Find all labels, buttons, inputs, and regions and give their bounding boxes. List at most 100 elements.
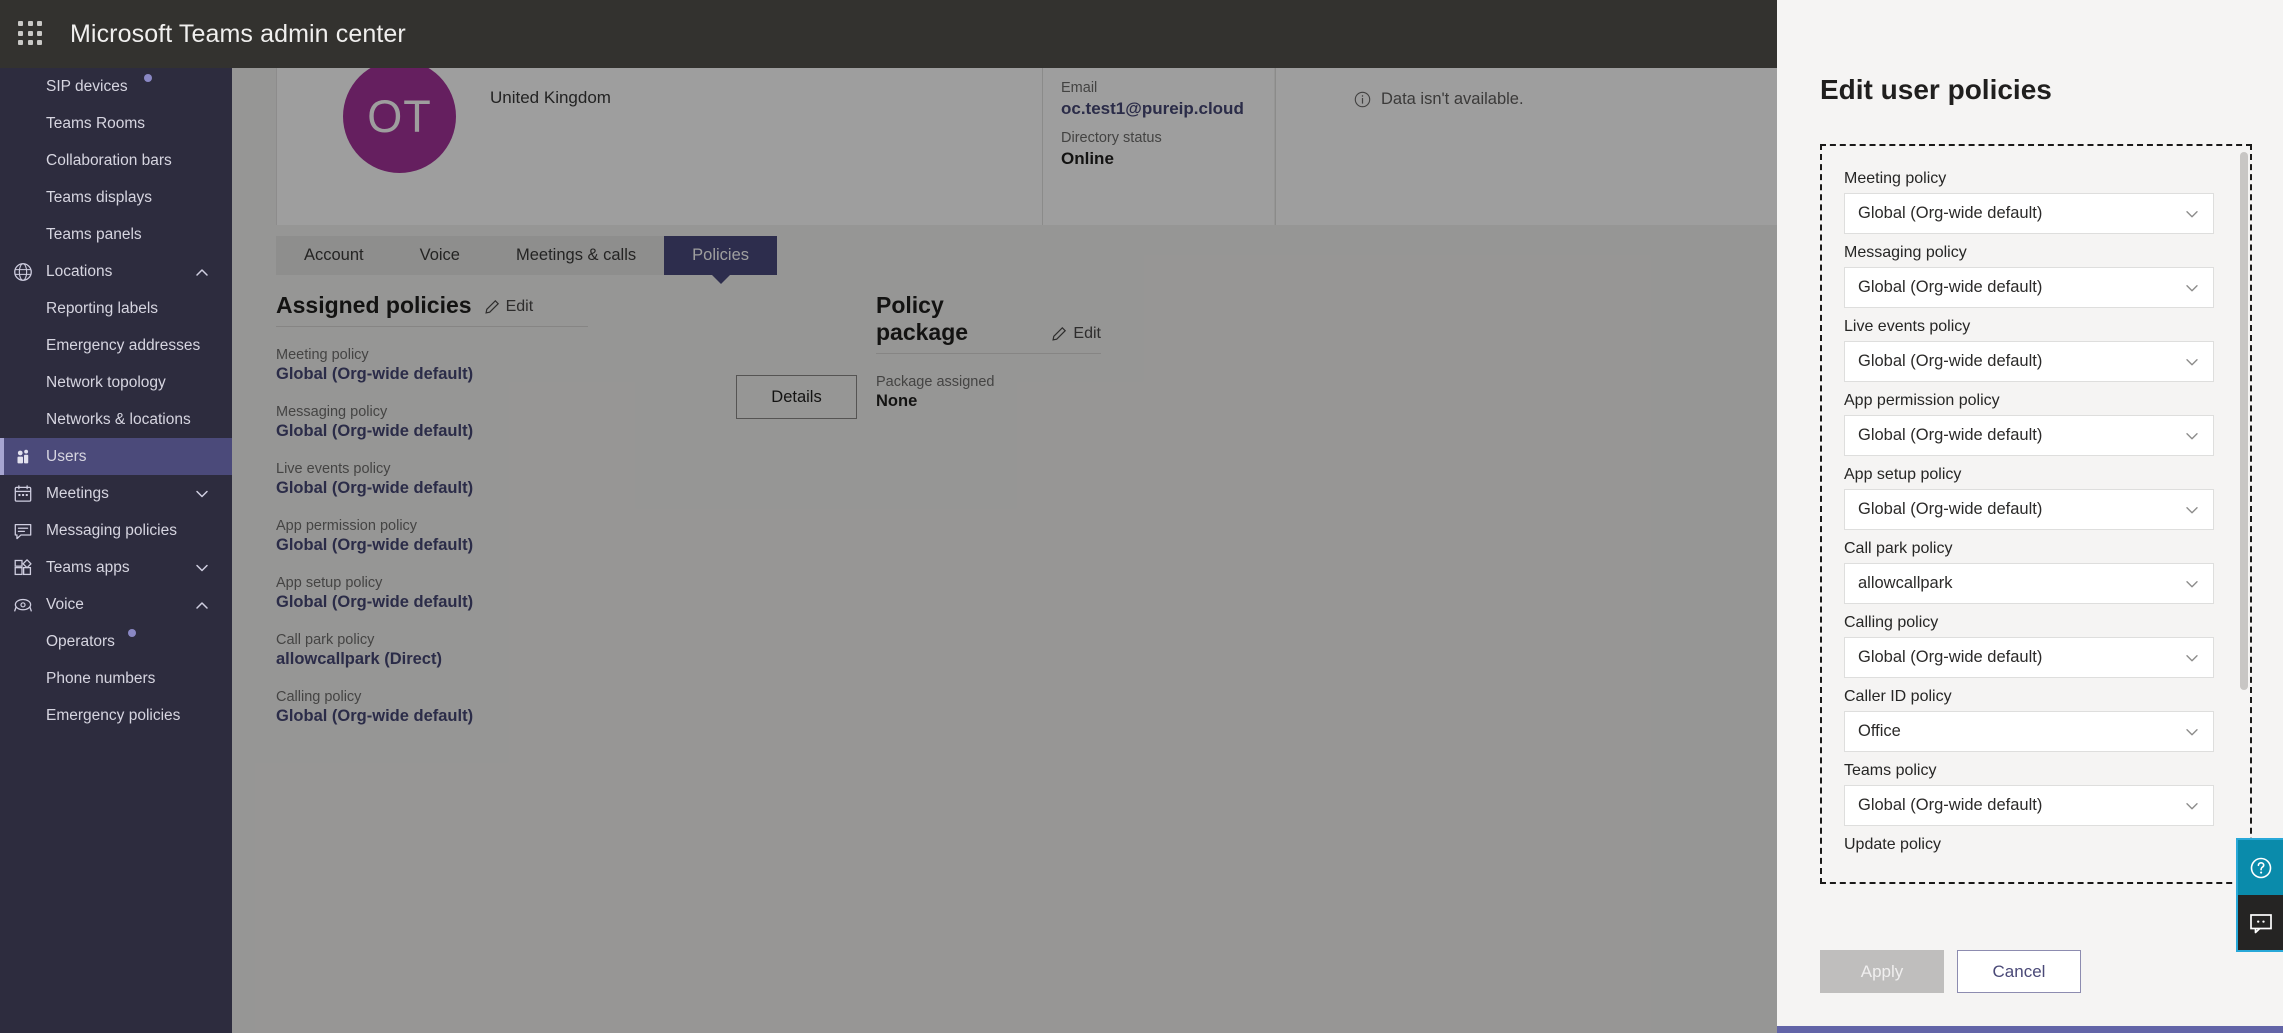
top-bar: Microsoft Teams admin center (0, 0, 1777, 68)
chevron-down-icon (2183, 797, 2201, 815)
edit-user-policies-panel: Edit user policies Meeting policyGlobal … (1777, 0, 2283, 1033)
select-app-setup-policy[interactable]: Global (Org-wide default) (1844, 489, 2214, 530)
chevron-up-icon[interactable] (192, 595, 212, 615)
assigned-policy-value[interactable]: Global (Org-wide default) (276, 479, 588, 498)
field-label-app-permission-policy: App permission policy (1844, 392, 2214, 410)
sidebar-item-teams-panels[interactable]: Teams panels (0, 216, 232, 253)
assigned-policy-value[interactable]: allowcallpark (Direct) (276, 650, 588, 669)
call-park-details-button[interactable]: Details (736, 375, 857, 419)
sidebar-item-collaboration-bars[interactable]: Collaboration bars (0, 142, 232, 179)
form-scrollbar[interactable] (2240, 152, 2248, 690)
sidebar-item-emergency-addresses[interactable]: Emergency addresses (0, 327, 232, 364)
sidebar-item-meetings[interactable]: Meetings (0, 475, 232, 512)
sidebar-item-locations[interactable]: Locations (0, 253, 232, 290)
field-label-calling-policy: Calling policy (1844, 614, 2214, 632)
cancel-button[interactable]: Cancel (1957, 950, 2081, 993)
notification-dot (144, 74, 152, 82)
tab-meetings-calls[interactable]: Meetings & calls (488, 236, 664, 275)
sidebar-item-sip-devices[interactable]: SIP devices (0, 68, 232, 105)
calendar-icon (0, 483, 46, 505)
policy-package-row-value: None (876, 392, 1101, 411)
select-app-permission-policy[interactable]: Global (Org-wide default) (1844, 415, 2214, 456)
directory-status-value: Online (1061, 149, 1162, 169)
sidebar-item-label: Phone numbers (0, 670, 155, 688)
sidebar-item-voice[interactable]: Voice (0, 586, 232, 623)
select-call-park-policy[interactable]: allowcallpark (1844, 563, 2214, 604)
assigned-policy-value[interactable]: Global (Org-wide default) (276, 365, 588, 384)
assigned-policy-name: Live events policy (276, 461, 588, 477)
chevron-down-icon[interactable] (192, 484, 212, 504)
sidebar-item-phone-numbers[interactable]: Phone numbers (0, 660, 232, 697)
select-value: allowcallpark (1858, 574, 1952, 593)
assigned-policies-edit-button[interactable]: Edit (484, 298, 534, 319)
tab-voice[interactable]: Voice (392, 236, 488, 275)
assigned-policy-value[interactable]: Global (Org-wide default) (276, 536, 588, 555)
sidebar-item-teams-displays[interactable]: Teams displays (0, 179, 232, 216)
waffle-grid-icon[interactable] (18, 21, 44, 47)
sidebar-item-label: Locations (46, 263, 112, 281)
assigned-policy-name: Call park policy (276, 632, 588, 648)
panel-bottom-accent-strip (1777, 1026, 2283, 1033)
sidebar-item-users[interactable]: Users (0, 438, 232, 475)
assigned-policy-row: Live events policy Global (Org-wide defau… (276, 461, 588, 498)
select-live-events-policy[interactable]: Global (Org-wide default) (1844, 341, 2214, 382)
panel-action-buttons: Apply Cancel (1820, 950, 2081, 993)
chevron-up-icon[interactable] (192, 262, 212, 282)
directory-status-label: Directory status (1061, 130, 1162, 146)
apply-button[interactable]: Apply (1820, 950, 1944, 993)
sidebar-item-label: Network topology (0, 374, 166, 392)
sidebar-item-label: Emergency policies (0, 707, 180, 725)
select-value: Global (Org-wide default) (1858, 204, 2042, 223)
select-messaging-policy[interactable]: Global (Org-wide default) (1844, 267, 2214, 308)
chevron-down-icon[interactable] (192, 558, 212, 578)
select-value: Global (Org-wide default) (1858, 796, 2042, 815)
app-title: Microsoft Teams admin center (70, 20, 406, 49)
policy-package-edit-label: Edit (1073, 325, 1101, 343)
sidebar-item-label: Collaboration bars (0, 152, 172, 170)
chevron-down-icon (2183, 427, 2201, 445)
question-circle-icon[interactable] (2238, 840, 2283, 895)
field-label-caller-id-policy: Caller ID policy (1844, 688, 2214, 706)
profile-tabs[interactable]: AccountVoiceMeetings & callsPolicies (276, 236, 777, 275)
notification-dot (128, 629, 136, 637)
policies-form-container: Meeting policyGlobal (Org-wide default)M… (1820, 144, 2252, 884)
email-label: Email (1061, 80, 1244, 96)
assigned-policies-header: Assigned policies Edit (276, 292, 588, 327)
select-meeting-policy[interactable]: Global (Org-wide default) (1844, 193, 2214, 234)
assigned-policy-name: App permission policy (276, 518, 588, 534)
data-unavailable-text: Data isn't available. (1381, 90, 1524, 109)
panel-title: Edit user policies (1820, 74, 2052, 106)
assigned-policy-row: App permission policy Global (Org-wide de… (276, 518, 588, 555)
phone-icon (0, 594, 46, 616)
pencil-icon (1051, 326, 1067, 342)
select-calling-policy[interactable]: Global (Org-wide default) (1844, 637, 2214, 678)
sidebar-item-network-topology[interactable]: Network topology (0, 364, 232, 401)
assigned-policy-row: App setup policyGlobal (Org-wide default… (276, 575, 588, 612)
sidebar-item-reporting-labels[interactable]: Reporting labels (0, 290, 232, 327)
contact-card: Email oc.test1@pureip.cloud Directory st… (1042, 68, 1274, 225)
select-value: Global (Org-wide default) (1858, 500, 2042, 519)
sidebar-item-label: Reporting labels (0, 300, 158, 318)
sidebar-item-teams-rooms[interactable]: Teams Rooms (0, 105, 232, 142)
email-value[interactable]: oc.test1@pureip.cloud (1061, 99, 1244, 119)
feedback-chat-icon[interactable] (2238, 895, 2283, 950)
assigned-policy-value[interactable]: Global (Org-wide default) (276, 593, 588, 612)
sidebar-item-messaging-policies[interactable]: Messaging policies (0, 512, 232, 549)
policy-package-edit-button[interactable]: Edit (1051, 325, 1101, 346)
sidebar-item-teams-apps[interactable]: Teams apps (0, 549, 232, 586)
assigned-policy-value[interactable]: Global (Org-wide default) (276, 707, 588, 726)
select-caller-id-policy[interactable]: Office (1844, 711, 2214, 752)
chevron-down-icon (2183, 279, 2201, 297)
select-teams-policy[interactable]: Global (Org-wide default) (1844, 785, 2214, 826)
assigned-policy-row: Messaging policyGlobal (Org-wide default… (276, 404, 588, 441)
policy-package-header: Policy package Edit (876, 292, 1101, 354)
assigned-policy-value[interactable]: Global (Org-wide default) (276, 422, 588, 441)
tab-policies[interactable]: Policies (664, 236, 777, 275)
sidebar-navigation[interactable]: SIP devicesTeams Rooms Collaboration bars… (0, 68, 232, 1033)
sidebar-item-emergency-policies[interactable]: Emergency policies (0, 697, 232, 734)
sidebar-item-operators[interactable]: Operators (0, 623, 232, 660)
tab-account[interactable]: Account (276, 236, 392, 275)
sidebar-item-networks-locations[interactable]: Networks & locations (0, 401, 232, 438)
sidebar-item-label: Networks & locations (0, 411, 191, 429)
chat-icon (0, 520, 46, 542)
